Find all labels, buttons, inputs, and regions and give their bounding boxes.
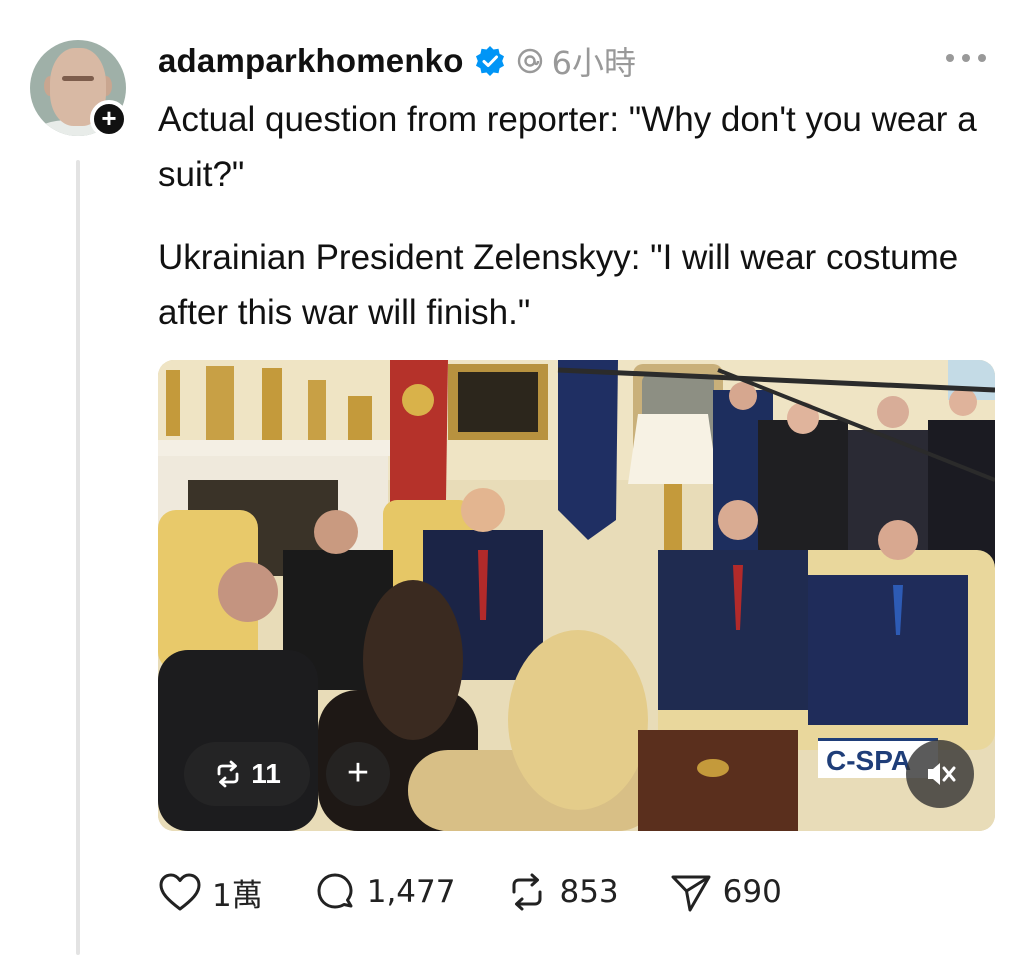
video-repost-count: 11	[251, 758, 281, 789]
share-count: 690	[722, 874, 782, 910]
mute-button[interactable]	[906, 740, 974, 808]
post-timestamp: 6小時	[551, 44, 636, 82]
reply-count: 1,477	[366, 874, 456, 910]
heart-icon	[159, 873, 201, 911]
post-body: Actual question from reporter: "Why don'…	[158, 92, 998, 368]
like-count: 1萬	[212, 877, 263, 914]
repost-button[interactable]: 853	[505, 870, 619, 914]
verified-badge-icon	[475, 46, 504, 76]
follow-plus-icon[interactable]: +	[90, 100, 128, 138]
video-thumbnail[interactable]: 11 + C-SPA	[158, 360, 995, 831]
repost-count: 853	[559, 874, 619, 910]
post-header: adamparkhomenko 6小時	[158, 38, 636, 84]
speaker-muted-icon	[928, 763, 956, 785]
thread-line	[76, 160, 80, 955]
post-paragraph-2: Ukrainian President Zelenskyy: "I will w…	[158, 238, 959, 332]
repost-icon	[512, 873, 542, 911]
comment-icon	[317, 873, 353, 909]
reply-button[interactable]: 1,477	[313, 870, 456, 914]
send-icon	[671, 875, 711, 912]
share-button[interactable]: 690	[669, 870, 782, 914]
add-to-post-button[interactable]: +	[326, 742, 390, 806]
more-dots-icon[interactable]	[946, 48, 986, 68]
repost-icon	[217, 760, 239, 788]
avatar-container[interactable]: +	[30, 40, 128, 138]
username[interactable]: adamparkhomenko	[158, 42, 464, 80]
post-paragraph-1: Actual question from reporter: "Why don'…	[158, 100, 977, 194]
post-actions-bar: 1萬 1,477 853 690	[158, 866, 832, 918]
threads-logo-icon	[517, 48, 542, 74]
like-button[interactable]: 1萬	[158, 870, 263, 915]
video-repost-counter[interactable]: 11	[184, 742, 310, 806]
